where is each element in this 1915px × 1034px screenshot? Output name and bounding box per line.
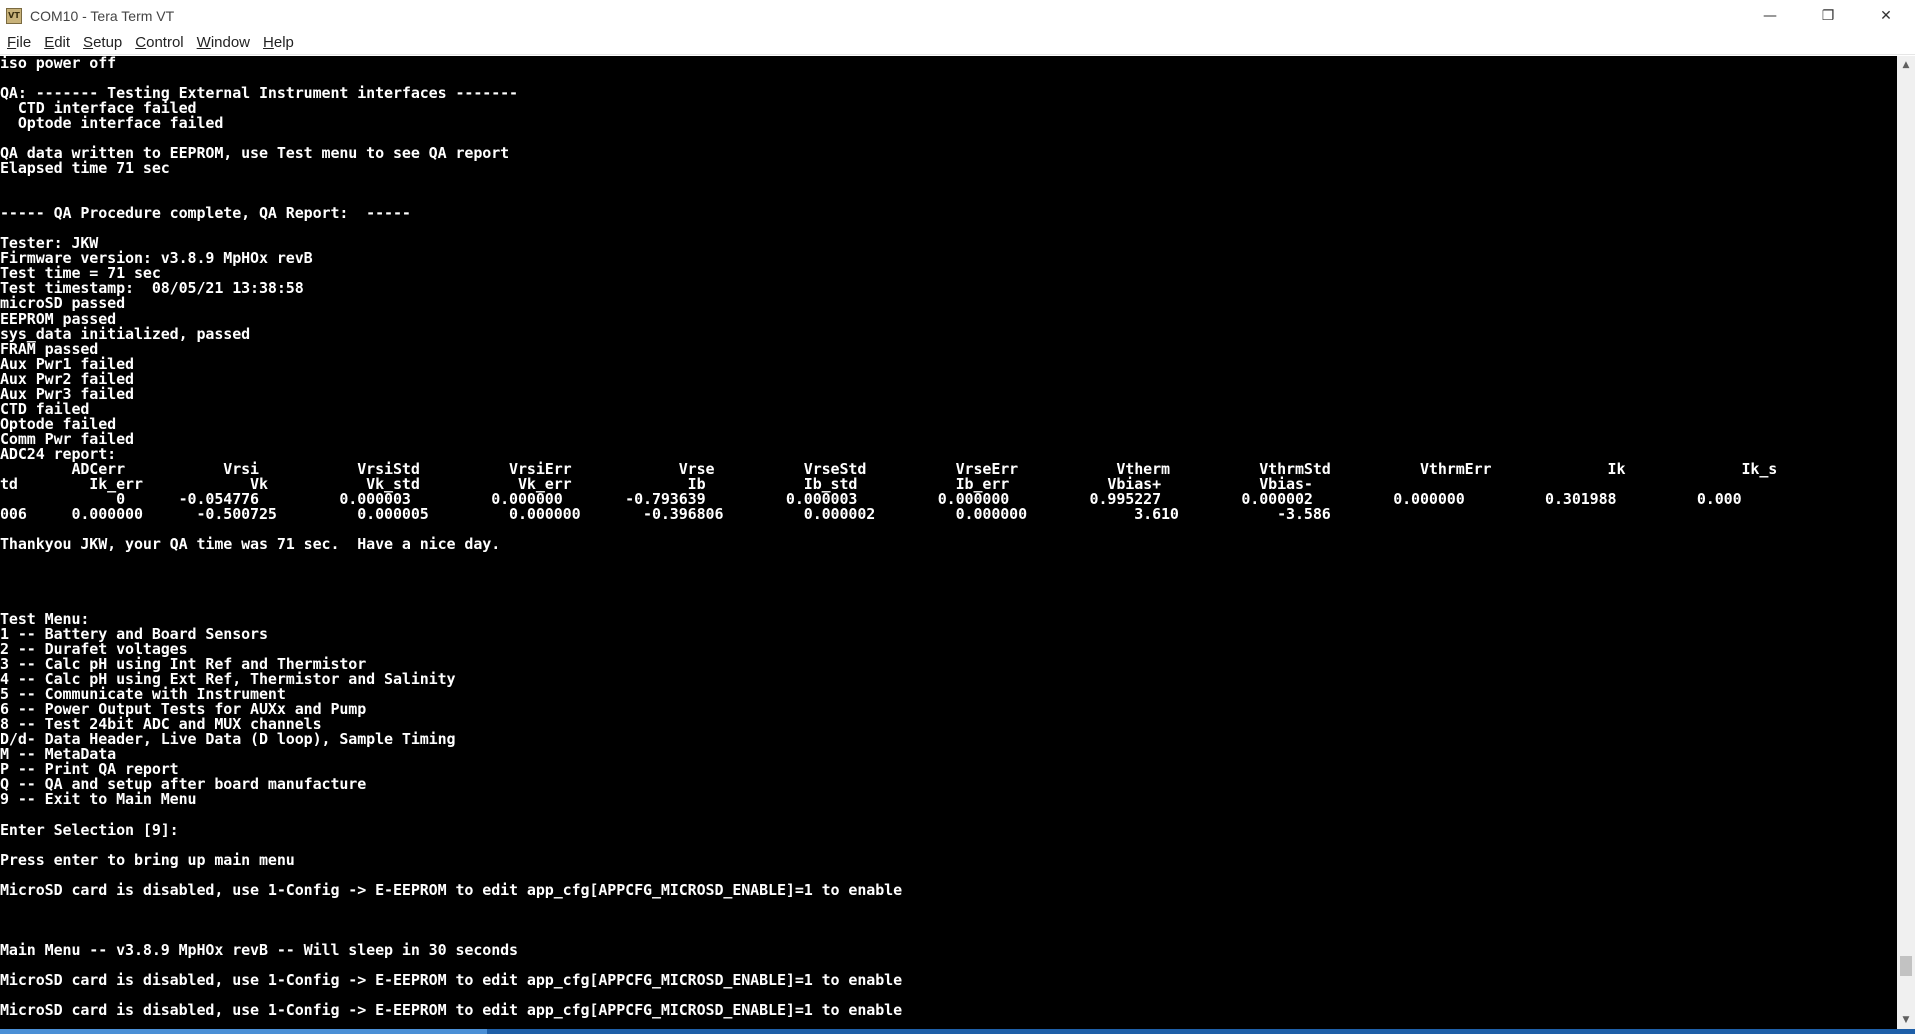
terminal-line: Enter Selection [9]: bbox=[0, 821, 179, 839]
menu-edit[interactable]: Edit bbox=[38, 34, 76, 51]
scrollbar-thumb[interactable] bbox=[1900, 956, 1912, 976]
terminal-output[interactable]: iso power off QA: ------- Testing Externa… bbox=[0, 56, 1897, 1029]
terminal-line: Optode interface failed bbox=[0, 114, 224, 132]
menu-file[interactable]: File bbox=[1, 34, 37, 51]
menu-control[interactable]: Control bbox=[129, 34, 189, 51]
teraterm-app-icon[interactable]: VT bbox=[6, 7, 22, 24]
scroll-down-icon[interactable]: ▼ bbox=[1897, 1011, 1915, 1029]
restore-button[interactable]: ❐ bbox=[1799, 0, 1857, 31]
menu-help[interactable]: Help bbox=[257, 34, 300, 51]
scroll-up-icon[interactable]: ▲ bbox=[1897, 56, 1915, 74]
terminal-line: Press enter to bring up main menu bbox=[0, 851, 295, 869]
taskbar-edge-highlight bbox=[0, 1029, 487, 1034]
terminal-line: Main Menu -- v3.8.9 MpHOx revB -- Will s… bbox=[0, 941, 518, 959]
minimize-button[interactable]: — bbox=[1741, 0, 1799, 31]
menu-bar: File Edit Setup Control Window Help bbox=[0, 31, 1915, 55]
terminal-line: 006 0.000000 -0.500725 0.000005 0.000000… bbox=[0, 505, 1331, 523]
terminal-line: iso power off bbox=[0, 56, 117, 72]
terminal-line: MicroSD card is disabled, use 1-Config -… bbox=[0, 881, 903, 899]
taskbar-edge bbox=[487, 1029, 1915, 1034]
terminal-line: 9 -- Exit to Main Menu bbox=[0, 790, 197, 808]
title-bar: VT COM10 - Tera Term VT — ❐ ✕ bbox=[0, 0, 1915, 31]
terminal-line: microSD passed bbox=[0, 294, 126, 312]
terminal-line: Thankyou JKW, your QA time was 71 sec. H… bbox=[0, 535, 501, 553]
terminal-line: ----- QA Procedure complete, QA Report: … bbox=[0, 204, 411, 222]
window-title: COM10 - Tera Term VT bbox=[30, 7, 175, 24]
menu-setup[interactable]: Setup bbox=[77, 34, 128, 51]
terminal-line: MicroSD card is disabled, use 1-Config -… bbox=[0, 1001, 903, 1019]
window-controls: — ❐ ✕ bbox=[1741, 0, 1915, 31]
vertical-scrollbar[interactable]: ▲ ▼ bbox=[1897, 56, 1915, 1029]
terminal-line: MicroSD card is disabled, use 1-Config -… bbox=[0, 971, 903, 989]
terminal-line: Elapsed time 71 sec bbox=[0, 159, 170, 177]
close-button[interactable]: ✕ bbox=[1857, 0, 1915, 31]
menu-window[interactable]: Window bbox=[191, 34, 256, 51]
